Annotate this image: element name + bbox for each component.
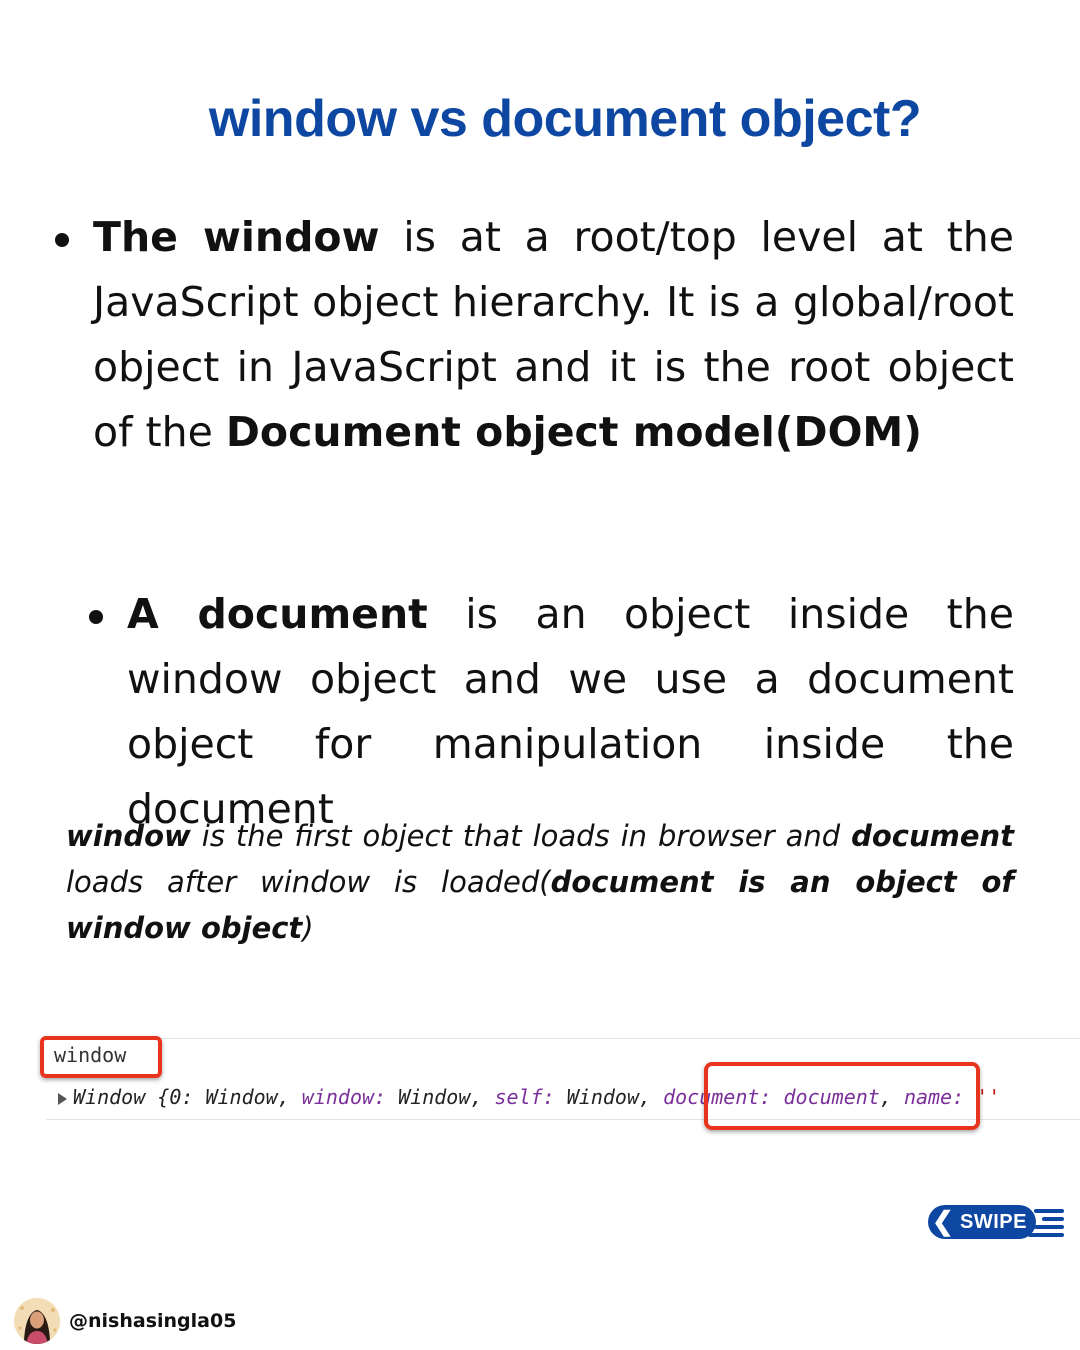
bullet-document: A document is an object inside the windo… bbox=[89, 582, 1014, 842]
highlight-window-box bbox=[40, 1036, 162, 1078]
console-sep-1: , bbox=[277, 1085, 302, 1109]
console-key-window: window: bbox=[301, 1085, 387, 1109]
swipe-button[interactable]: ❮ SWIPE bbox=[928, 1205, 1064, 1239]
console-val-3: Window bbox=[554, 1085, 639, 1109]
console-sep-3: , bbox=[639, 1085, 664, 1109]
note-text-1: is the first object that loads in browse… bbox=[190, 819, 852, 853]
page-title: window vs document object? bbox=[0, 89, 1080, 149]
handle-text: @nishasingla05 bbox=[69, 1310, 237, 1332]
bullet-dot-icon bbox=[89, 610, 103, 624]
expand-triangle-icon bbox=[58, 1092, 67, 1105]
console-val-1: Window bbox=[205, 1085, 278, 1109]
console-sep-2: , bbox=[470, 1085, 495, 1109]
title-object: object? bbox=[725, 89, 922, 148]
note-bold-document: document bbox=[851, 819, 1014, 853]
swipe-label: SWIPE bbox=[960, 1211, 1027, 1233]
speed-lines-icon bbox=[1024, 1209, 1064, 1237]
note-bold-window: window bbox=[66, 819, 191, 853]
bullet-window: The window is at a root/top level at the… bbox=[55, 205, 1014, 465]
title-vs: vs bbox=[396, 89, 482, 148]
bullet-window-dom: Document object model(DOM) bbox=[225, 408, 922, 456]
console-val-2: Window bbox=[386, 1085, 471, 1109]
avatar bbox=[14, 1298, 60, 1344]
bullet-document-lead: A document bbox=[127, 590, 428, 638]
chevron-left-icon: ❮ bbox=[932, 1206, 954, 1236]
console-key-self: self: bbox=[494, 1085, 555, 1109]
title-window: window bbox=[208, 89, 397, 148]
bullet-window-lead: The window bbox=[93, 213, 380, 261]
title-document: document bbox=[481, 89, 726, 148]
note-text-2: loads after window is loaded( bbox=[66, 865, 551, 899]
bullet-dot-icon bbox=[55, 233, 69, 247]
note-paragraph: window is the first object that loads in… bbox=[66, 813, 1014, 951]
console-output-prefix: Window {0: bbox=[73, 1085, 206, 1109]
note-text-3: ) bbox=[302, 911, 314, 945]
highlight-document-box bbox=[704, 1062, 980, 1130]
